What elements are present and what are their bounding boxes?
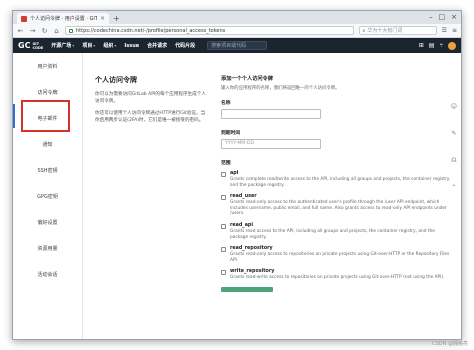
scope-description: Grants complete read/write access to the… [230,177,451,188]
plus-icon[interactable]: ⊞ [419,42,424,49]
sidebar-item-notifications[interactable]: 通知 [13,131,82,157]
gitcode-logo[interactable]: GC GIT CODE [18,41,43,50]
new-tab-button[interactable]: + [113,13,120,24]
avatar[interactable] [448,41,456,50]
scope-checkbox[interactable] [221,270,226,276]
expires-date-input[interactable]: YYYY-MM-DD [221,139,321,149]
scope-name: read_api [230,222,254,228]
scope-checkbox[interactable] [221,247,226,253]
form-title: 添加一个个人访问令牌 [221,76,273,82]
back-icon[interactable]: ← [17,27,24,35]
intro-paragraph-2: 你还可以使用个人访问令牌通过HTTP进行Git验证。当你启用两步认证(2FA)时… [95,111,206,123]
logo-mark: GC [18,41,31,50]
chevron-down-icon: ▾ [114,43,117,48]
create-token-button[interactable] [221,286,273,292]
menu-snippets[interactable]: 代码片段 [175,42,195,49]
scope-description: Grants read access to the API, including… [230,228,435,240]
sidebar-item-preferences[interactable]: 偏好设置 [13,209,82,235]
scope-checkbox[interactable] [221,195,226,201]
scope-name: read_user [230,194,257,200]
menu-label: 项目 [82,43,93,49]
menu-open-source[interactable]: 开源广场▾ [51,42,74,49]
tab-bar: 个人访问令牌 · 用户设置 · GIT × + – □ × [13,11,461,24]
scope-read-repository: read_repository Grants read-only access … [221,246,453,263]
scope-name: write_repository [230,269,275,275]
window-controls: – □ × [429,13,457,21]
sidebar-item-usage[interactable]: 资源用量 [13,235,82,261]
menu-merge-requests[interactable]: 合并请求 [147,42,167,49]
scope-read-user: read_user Grants read-only access to the… [221,194,453,217]
intro-section: 个人访问令牌 你可以为需要访问GitLab API的每个应用程序生成个人访问令牌… [83,53,213,339]
active-indicator [13,104,15,128]
browser-toolbar-icons: ☰ ≡ [442,27,457,34]
sidebar-item-ssh-keys[interactable]: SSH密钥 [13,157,82,183]
menu-projects[interactable]: 项目▾ [82,42,95,49]
browser-tab[interactable]: 个人访问令牌 · 用户设置 · GIT × [17,13,109,24]
tab-title: 个人访问令牌 · 用户设置 · GIT [30,16,97,22]
sidebar-item-profile[interactable]: 用户资料 [13,53,82,79]
menu-groups[interactable]: 组织▾ [103,42,116,49]
home-icon[interactable]: ⌂ [53,27,60,35]
site-search-input[interactable]: 搜索项目或代码 [207,41,268,50]
scope-checkbox[interactable] [221,172,226,177]
menu-label: 开源广场 [51,43,72,49]
extensions-icon[interactable]: ☰ [442,27,447,34]
header-actions: ⊞ ▤ ⑂ [419,41,456,50]
scope-api: api Grants complete read/write access to… [221,171,453,188]
chevron-down-icon: ▾ [93,43,96,48]
logo-text: GIT CODE [32,42,43,50]
menu-icon[interactable]: ≡ [452,27,457,34]
scope-name: api [230,171,239,176]
search-icon: ⌕ [362,27,366,34]
name-input[interactable] [221,109,321,119]
top-icon[interactable]: ⌃ [451,184,456,191]
site-header: GC GIT CODE 开源广场▾ 项目▾ 组织▾ Issue 合并请求 代码片… [13,38,461,53]
floating-tools: ☺ ✎ ☊ ⌃ [451,103,457,191]
menu-label: 组织 [103,43,114,49]
minimize-icon[interactable]: – [429,13,433,21]
intro-paragraph-1: 你可以为需要访问GitLab API的每个应用程序生成个人访问令牌。 [95,92,206,104]
scope-name: read_repository [230,246,273,252]
merge-icon[interactable]: ⑂ [439,42,443,49]
chevron-down-icon: ▾ [72,43,75,48]
reload-icon[interactable]: ↻ [41,27,48,35]
browser-nav-bar: ← → ↻ ⌂ https://codechina.csdn.net/-/pro… [13,24,461,38]
scope-description: Grants read-only access to the authentic… [230,200,447,217]
scope-checkbox[interactable] [221,223,226,229]
forward-icon[interactable]: → [29,27,36,35]
maximize-icon[interactable]: □ [439,13,446,21]
tab-close-icon[interactable]: × [100,15,105,22]
smile-icon[interactable]: ☺ [451,103,457,110]
form-description: 输入你的应用程序的名称，我们将返回唯一的个人访问令牌。 [221,86,340,91]
favicon-icon [21,15,27,22]
headset-icon[interactable]: ☊ [451,157,456,164]
scopes-label: 范围 [221,161,231,166]
sidebar-item-sessions[interactable]: 活动会话 [13,261,82,287]
menu-issue[interactable]: Issue [124,43,139,49]
sidebar-item-gpg-keys[interactable]: GPG密钥 [13,183,82,209]
site-search-placeholder: 搜索项目或代码 [211,43,247,49]
edit-icon[interactable]: ✎ [451,130,456,137]
browser-search-placeholder: 华为十大热门词 [367,28,403,34]
expires-label: 到期时间 [221,131,241,136]
address-bar[interactable]: https://codechina.csdn.net/-/profile/per… [65,26,354,35]
close-window-icon[interactable]: × [451,13,457,21]
browser-window: 个人访问令牌 · 用户设置 · GIT × + – □ × ← → ↻ ⌂ ht… [12,10,462,340]
scope-description: Grants read-only access to repositories … [230,252,450,263]
watermark: CSDN @韩曙亮 [432,341,468,347]
lock-icon [69,28,73,33]
scope-description: Grants read-write access to repositories… [230,275,445,281]
browser-search-input[interactable]: ⌕ 华为十大热门词 [358,26,437,35]
name-label: 名称 [221,101,231,106]
issues-icon[interactable]: ▤ [429,42,435,49]
page-title: 个人访问令牌 [95,76,137,84]
logo-line-code: CODE [32,45,44,50]
scope-write-repository: write_repository Grants read-write acces… [221,269,453,281]
scope-read-api: read_api Grants read access to the API, … [221,223,453,240]
settings-sidebar: 用户资料 访问令牌 电子邮件 通知 SSH密钥 GPG密钥 偏好设置 资源用量 … [13,53,83,339]
url-text: https://codechina.csdn.net/-/profile/per… [76,27,226,34]
annotation-highlight-box [21,100,70,132]
page-content: 用户资料 访问令牌 电子邮件 通知 SSH密钥 GPG密钥 偏好设置 资源用量 … [13,53,461,339]
token-form: 添加一个个人访问令牌 输入你的应用程序的名称，我们将返回唯一的个人访问令牌。 名… [213,53,461,339]
